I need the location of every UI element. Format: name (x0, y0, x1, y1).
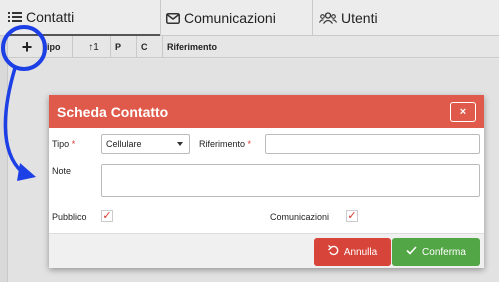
tab-label: Contatti (26, 9, 75, 25)
left-gutter (0, 36, 8, 282)
caret-down-icon (177, 142, 183, 146)
tipo-label: Tipo * (52, 139, 76, 149)
modal-header: Scheda Contatto × (49, 95, 484, 128)
close-button[interactable]: × (450, 102, 476, 122)
conferma-button[interactable]: Conferma (392, 238, 480, 266)
tab-utenti[interactable]: Utenti (312, 0, 499, 36)
column-pubblico[interactable]: P (110, 36, 136, 58)
conferma-label: Conferma (422, 246, 466, 258)
note-label: Note (52, 166, 72, 176)
note-textarea[interactable] (101, 164, 480, 197)
table-header: + ipo ↑1 P C Riferimento (8, 36, 499, 58)
tab-comunicazioni[interactable]: Comunicazioni (160, 0, 312, 36)
comunicazioni-label: Comunicazioni (270, 212, 330, 222)
riferimento-input[interactable] (265, 134, 480, 154)
column-comunicazioni[interactable]: C (136, 36, 162, 58)
annulla-label: Annulla (343, 246, 378, 258)
envelope-icon (166, 12, 180, 24)
tab-contatti[interactable]: Contatti (8, 0, 160, 36)
tipo-select-value: Cellulare (106, 139, 142, 149)
pubblico-label: Pubblico (52, 212, 87, 222)
pubblico-checkbox[interactable]: ✓ (101, 210, 113, 222)
tab-label: Utenti (341, 10, 378, 26)
modal-footer: Annulla Conferma (49, 233, 484, 268)
close-icon: × (459, 106, 467, 118)
modal-body: Tipo * Cellulare Riferimento * Note Pubb… (49, 128, 484, 233)
list-icon (8, 11, 22, 23)
required-mark: * (71, 139, 76, 149)
checkmark-icon: ✓ (347, 209, 357, 222)
users-icon (319, 12, 337, 24)
column-tipo[interactable]: ipo (42, 36, 72, 58)
tipo-select[interactable]: Cellulare (101, 134, 190, 154)
column-riferimento[interactable]: Riferimento (162, 36, 499, 58)
add-contact-button[interactable]: + (8, 36, 42, 58)
tab-bar: Contatti Comunicazioni Utenti (0, 0, 499, 36)
column-sort-order[interactable]: ↑1 (72, 36, 110, 58)
checkmark-icon: ✓ (102, 209, 112, 222)
riferimento-label: Riferimento * (199, 139, 252, 149)
modal-title: Scheda Contatto (57, 103, 169, 120)
comunicazioni-checkbox[interactable]: ✓ (346, 210, 358, 222)
check-icon (406, 246, 417, 258)
undo-icon (327, 245, 339, 259)
required-mark: * (247, 139, 252, 149)
contact-modal: Scheda Contatto × Tipo * Cellulare Rifer… (49, 95, 484, 268)
tab-label: Comunicazioni (184, 10, 276, 26)
annulla-button[interactable]: Annulla (314, 238, 391, 266)
